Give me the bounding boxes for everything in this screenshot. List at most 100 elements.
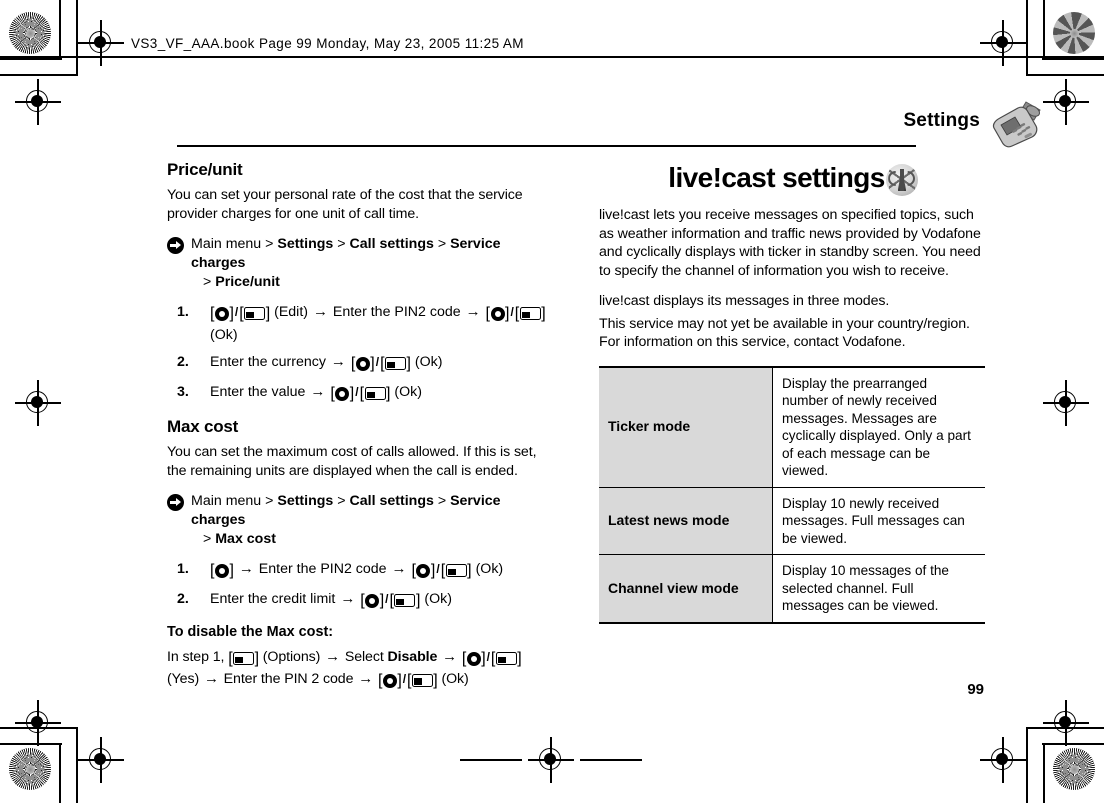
- step-text: Select: [340, 649, 388, 665]
- livecast-title: live!cast settings: [668, 162, 885, 193]
- mode-name-cell: Latest news mode: [599, 486, 773, 555]
- step-number: 1.: [177, 304, 189, 320]
- nav-path-root: Main menu: [191, 493, 266, 509]
- nav-path-separator: >: [337, 493, 350, 509]
- livecast-broadcast-tower-icon: [885, 164, 918, 196]
- step-item: 1.[]/[] (Edit) → Enter the PIN2 code → […: [167, 302, 555, 345]
- book-info-rule: [0, 56, 62, 58]
- registration-crosshair-icon-left-middle: [15, 380, 61, 426]
- nav-path-item: Price/unit: [215, 274, 280, 290]
- section-body-price-unit: You can set your personal rate of the co…: [167, 187, 523, 222]
- nav-path-continuation: > Max cost: [203, 531, 276, 547]
- left-soft-key-icon: []: [239, 305, 271, 322]
- crop-mark-line: [1042, 58, 1104, 60]
- right-arrow-icon: →: [442, 648, 458, 665]
- registration-crosshair-icon-top-left: [78, 20, 124, 66]
- step-number: 2.: [177, 591, 189, 607]
- registration-crosshair-icon-right-upper: [1043, 79, 1089, 125]
- right-arrow-icon: →: [203, 669, 219, 687]
- step-number: 1.: [177, 561, 189, 577]
- registration-rosette-icon-bottom-left: [9, 748, 51, 790]
- mobile-phone-icon: [992, 101, 1041, 148]
- step-text: (Edit): [270, 304, 312, 320]
- left-soft-key-icon: []: [406, 671, 438, 689]
- livecast-paragraph-1: live!cast lets you receive messages on s…: [599, 207, 981, 279]
- left-soft-key-icon: []: [228, 650, 259, 667]
- step-item: 3. Enter the value → []/[] (Ok): [167, 382, 555, 405]
- crop-mark-line: [1026, 727, 1028, 803]
- mode-name-cell: Ticker mode: [599, 365, 773, 488]
- nav-path-continuation: > Price/unit: [203, 274, 280, 290]
- crop-mark-line: [1026, 74, 1104, 76]
- center-select-key-icon: []: [411, 562, 436, 579]
- step-item: 1.[] → Enter the PIN2 code → []/[] (Ok): [167, 559, 555, 582]
- livecast-paragraph-2: live!cast displays its messages in three…: [599, 293, 890, 309]
- steps-max-cost: 1.[] → Enter the PIN2 code → []/[] (Ok) 2…: [167, 559, 555, 612]
- left-column: Price/unit You can set your personal rat…: [167, 160, 555, 703]
- step-text: Enter the credit limit: [210, 591, 340, 607]
- registration-rosette-icon-bottom-right: [1053, 748, 1095, 790]
- arrow-in-circle-icon: [167, 237, 184, 254]
- nav-path-item: Settings: [277, 493, 338, 509]
- right-arrow-icon: →: [465, 303, 481, 320]
- right-column: live!cast settings live!cast lets you re…: [599, 160, 987, 624]
- step-text: (Yes): [167, 670, 203, 687]
- registration-crosshair-icon-right-middle: [1043, 380, 1089, 426]
- center-select-key-icon: []: [350, 355, 375, 372]
- nav-path-max-cost: Main menu > Settings > Call settings > S…: [167, 492, 555, 549]
- nav-path-content: Main menu > Settings > Call settings > S…: [191, 236, 555, 292]
- registration-crosshair-icon-left-lower: [15, 700, 61, 746]
- step-text: (Ok): [437, 670, 469, 687]
- registration-crosshair-icon-left-upper: [15, 79, 61, 125]
- section-title-price-unit: Price/unit: [167, 160, 243, 179]
- mode-description-cell: Display 10 messages of the selected chan…: [772, 554, 985, 624]
- left-soft-key-icon: []: [380, 355, 411, 372]
- left-soft-key-icon: []: [440, 562, 472, 579]
- nav-path-item: Max cost: [215, 531, 276, 547]
- step-text: Enter the PIN 2 code: [219, 670, 358, 687]
- center-select-key-icon: []: [461, 650, 486, 667]
- page-number: 99: [967, 681, 984, 698]
- table-row: Channel view mode Display 10 messages of …: [599, 554, 985, 624]
- table-row: Latest news mode Display 10 newly receive…: [599, 486, 985, 555]
- nav-path-content: Main menu > Settings > Call settings > S…: [191, 493, 555, 549]
- crop-mark-line: [460, 759, 522, 761]
- step-text: In step 1,: [167, 649, 229, 665]
- registration-rosette-icon-top-left: [9, 12, 51, 54]
- center-select-key-icon: []: [210, 305, 234, 322]
- nav-path-root: Main menu: [191, 236, 266, 252]
- right-arrow-icon: →: [358, 669, 374, 687]
- step-text: Enter the PIN2 code: [328, 304, 465, 320]
- step-text: (Ok): [410, 354, 443, 370]
- nav-path-item: Call settings: [349, 493, 438, 509]
- left-soft-key-icon: []: [389, 592, 421, 609]
- crop-mark-line: [0, 743, 62, 745]
- step-text: (Ok): [420, 591, 452, 607]
- right-arrow-icon: →: [391, 560, 407, 577]
- registration-crosshair-icon-top-right: [980, 20, 1026, 66]
- crop-mark-line: [1043, 0, 1045, 60]
- registration-crosshair-icon-bottom-right: [980, 737, 1026, 783]
- subsection-body-disable-max-cost: In step 1, [] (Options) → Select Disable…: [167, 648, 555, 691]
- registration-crosshair-icon-bottom-center: [528, 737, 574, 783]
- step-item: 2. Enter the credit limit → []/[] (Ok): [167, 589, 555, 612]
- right-arrow-icon: →: [330, 353, 346, 370]
- nav-path-separator: >: [265, 236, 278, 252]
- nav-path-separator: >: [337, 236, 350, 252]
- table-row: Ticker mode Display the prearranged numbe…: [599, 365, 985, 488]
- page-title: Settings: [903, 110, 980, 131]
- step-text: Enter the currency: [210, 354, 330, 370]
- registration-rosette-icon-top-right: [1053, 12, 1095, 54]
- subsection-title-disable-max-cost: To disable the Max cost:: [167, 624, 334, 640]
- steps-price-unit: 1.[]/[] (Edit) → Enter the PIN2 code → […: [167, 302, 555, 405]
- crop-mark-line: [59, 0, 61, 60]
- section-body-max-cost: You can set the maximum cost of calls al…: [167, 444, 537, 479]
- step-text: Enter the value: [210, 384, 310, 400]
- crop-mark-line: [1043, 743, 1045, 803]
- nav-path-item: Call settings: [349, 236, 438, 252]
- mode-name-cell: Channel view mode: [599, 554, 773, 624]
- nav-path-item: Settings: [277, 236, 338, 252]
- registration-crosshair-icon-bottom-left: [78, 737, 124, 783]
- crop-mark-line: [1026, 727, 1104, 729]
- section-title-max-cost: Max cost: [167, 417, 239, 436]
